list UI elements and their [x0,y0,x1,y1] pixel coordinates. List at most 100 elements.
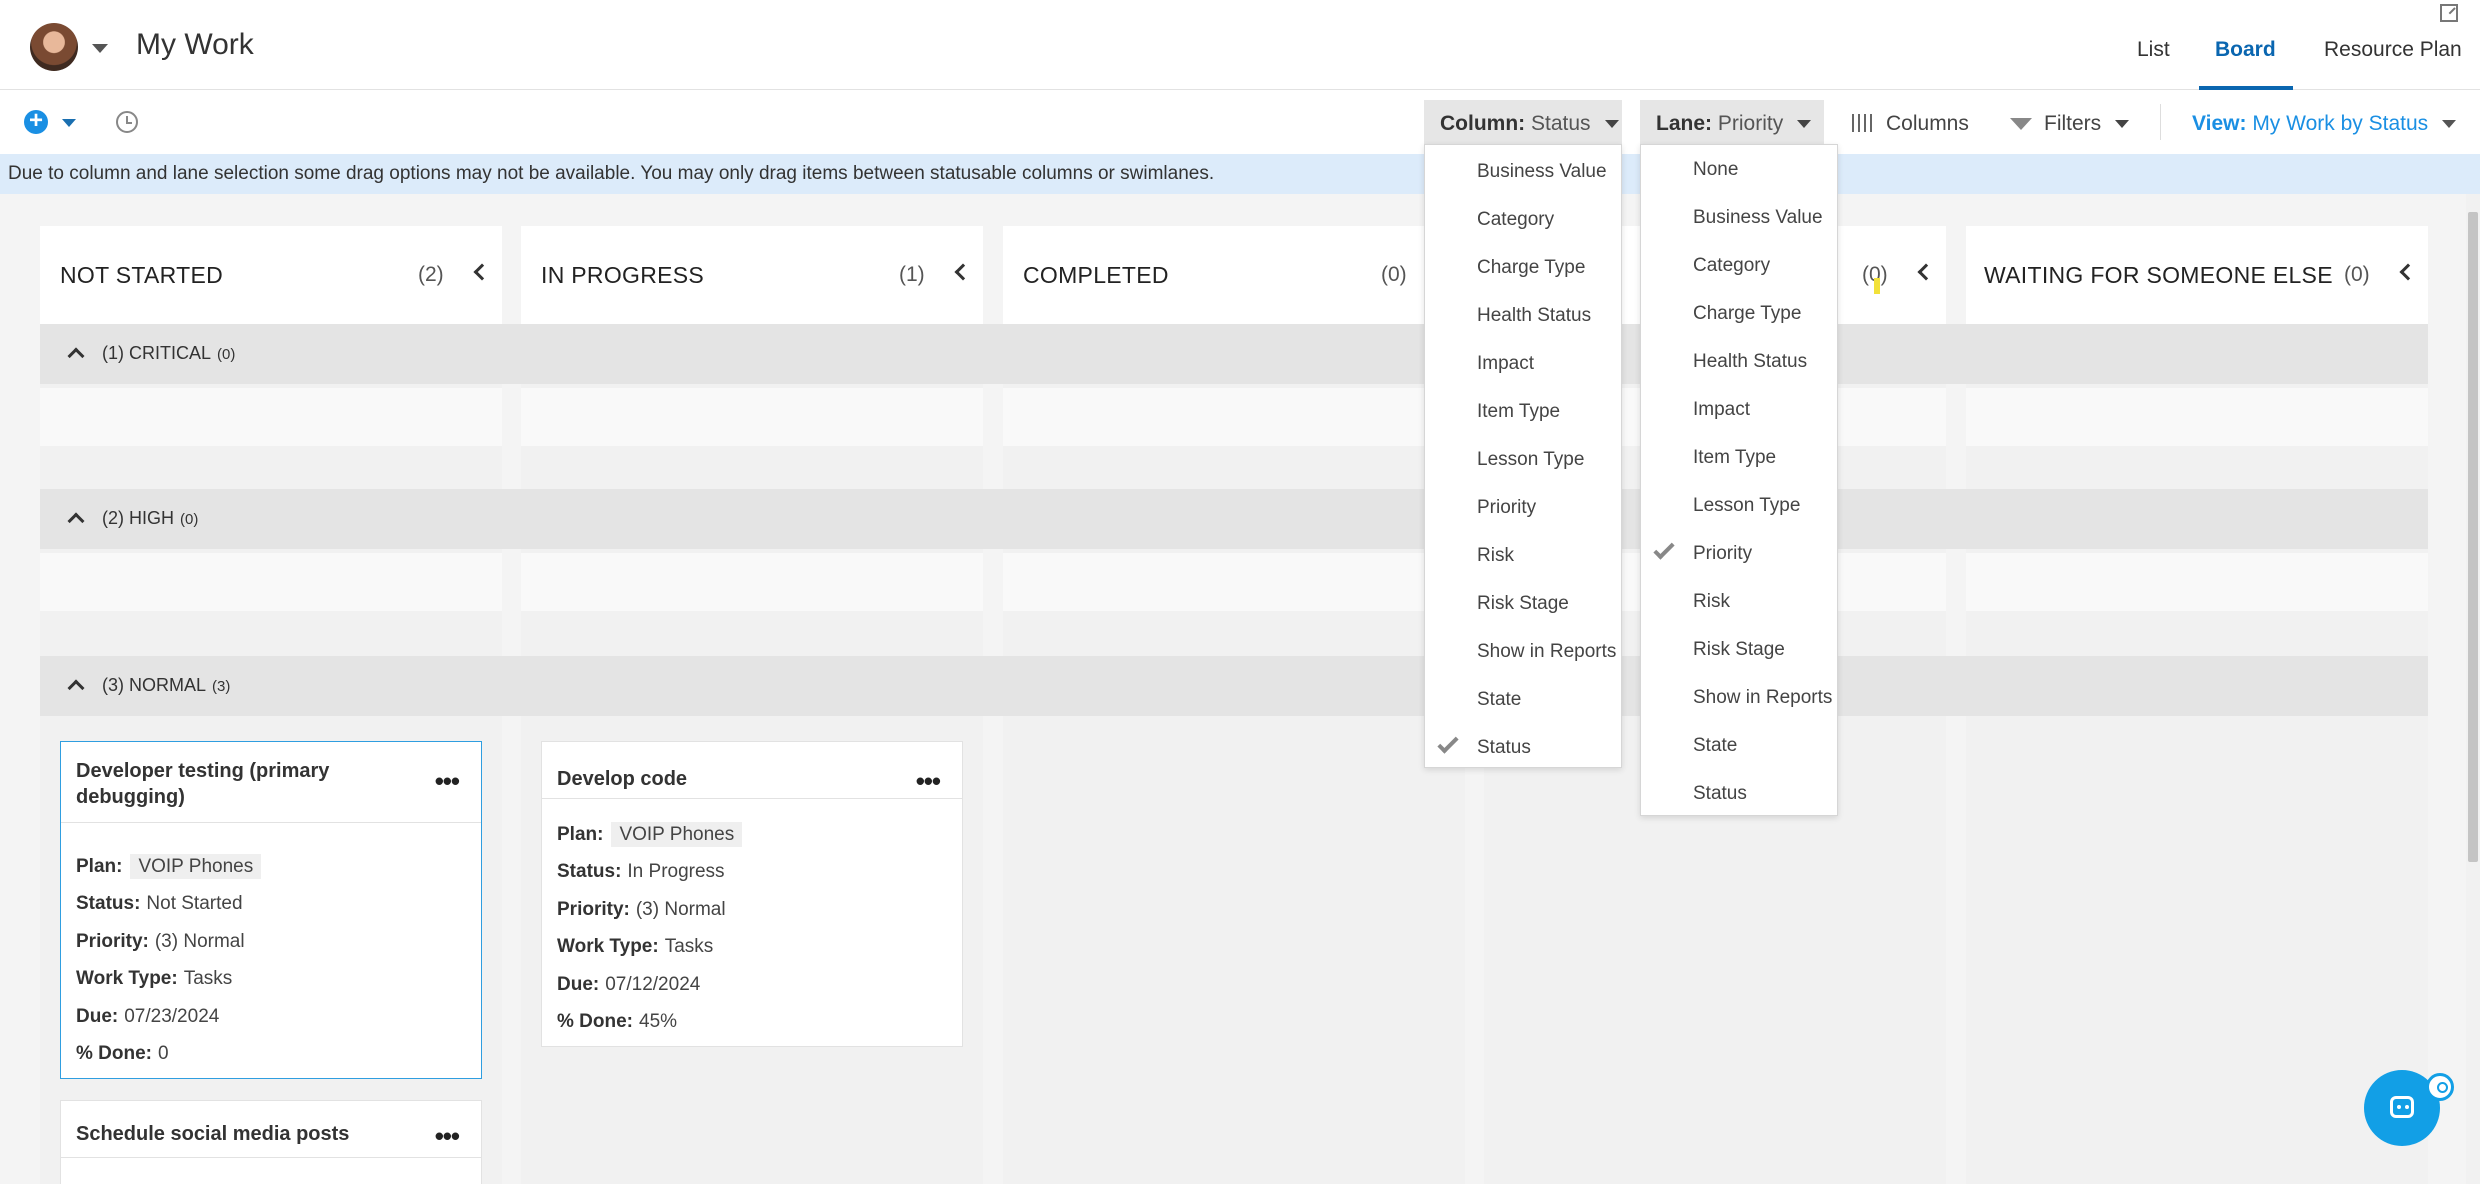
card-more-options-icon[interactable]: ••• [435,1123,460,1149]
column-menu-item[interactable]: Risk [1477,545,1514,567]
column-count: (0) [1381,263,1407,286]
card-field-percent-done: % Done: 0 [76,1043,169,1064]
history-clock-icon[interactable] [116,111,138,133]
column-menu-item[interactable]: Priority [1477,497,1536,519]
swimlane-label: (1) CRITICAL (0) [102,343,236,363]
user-menu-chevron-down-icon[interactable] [92,44,108,53]
lane-cell [521,388,983,446]
lane-menu-item[interactable]: State [1693,735,1737,757]
column-header-waiting: WAITING FOR SOMEONE ELSE (0) [1966,226,2428,324]
card-title[interactable]: Developer testing (primary debugging) [76,758,396,810]
collapse-column-chevron-left-icon[interactable] [473,263,491,281]
column-menu-item[interactable]: Status [1477,737,1531,759]
column-menu-item[interactable]: Show in Reports [1477,641,1616,663]
card-divider [61,822,481,823]
card-field-due: Due: 07/23/2024 [76,1006,220,1027]
column-count: (1) [899,263,925,286]
column-menu-item[interactable]: Risk Stage [1477,593,1569,615]
column-menu-item[interactable]: Business Value [1477,161,1607,183]
add-item-chevron-down-icon[interactable] [62,119,76,127]
swimlane-normal[interactable]: (3) NORMAL (3) [40,656,2428,716]
card-field-status: Status: In Progress [557,861,725,882]
column-menu-item[interactable]: Charge Type [1477,257,1585,279]
lane-menu-item[interactable]: Lesson Type [1693,495,1800,517]
lane-menu-item[interactable]: Health Status [1693,351,1807,373]
lane-menu-item[interactable]: Business Value [1693,207,1823,229]
lane-select[interactable]: Lane: Priority [1640,100,1824,144]
card-divider [542,798,962,799]
lane-menu-item[interactable]: Priority [1693,543,1752,565]
lane-cell [521,553,983,611]
view-select-value: My Work by Status [2252,112,2429,135]
plan-chip[interactable]: VOIP Phones [130,854,262,879]
tab-board[interactable]: Board [2215,38,2276,62]
add-item-plus-icon[interactable]: + [24,109,48,134]
column-menu-item[interactable]: Impact [1477,353,1534,375]
bot-icon [2390,1096,2414,1118]
swimlane-high[interactable]: (2) HIGH (0) [40,489,2428,549]
lane-menu-item[interactable]: None [1693,159,1738,181]
lane-menu-item[interactable]: Status [1693,783,1747,805]
collapse-lane-chevron-up-icon[interactable] [67,679,85,697]
lane-select-label: Lane: [1656,112,1713,135]
view-select[interactable]: View: My Work by Status [2192,112,2457,136]
expand-icon[interactable] [2440,4,2458,22]
work-item-card[interactable]: Developer testing (primary debugging) ••… [60,741,482,1079]
checkmark-icon [1437,732,1459,754]
column-count: (2) [418,263,444,286]
card-title[interactable]: Develop code [557,766,687,792]
swimlane-critical[interactable]: (1) CRITICAL (0) [40,324,2428,384]
plan-chip[interactable]: VOIP Phones [611,822,743,847]
board-scrollbar-thumb[interactable] [2468,212,2478,862]
column-count: (0) [2344,263,2370,286]
card-divider [61,1157,481,1158]
collapse-column-chevron-left-icon[interactable] [954,263,972,281]
work-item-card[interactable]: Develop code ••• Plan: VOIP Phones Status… [541,741,963,1047]
lane-menu-item[interactable]: Impact [1693,399,1750,421]
tab-resource-plan[interactable]: Resource Plan [2324,38,2462,62]
card-field-plan: Plan: VOIP Phones [557,822,743,847]
funnel-icon [2010,118,2032,130]
collapse-lane-chevron-up-icon[interactable] [67,347,85,365]
column-menu-item[interactable]: Item Type [1477,401,1560,423]
card-more-options-icon[interactable]: ••• [916,768,941,794]
lane-menu-item[interactable]: Item Type [1693,447,1776,469]
collapse-column-chevron-left-icon[interactable] [2399,263,2417,281]
tab-list[interactable]: List [2137,38,2170,62]
column-select-label: Column: [1440,112,1526,135]
column-menu-item[interactable]: Category [1477,209,1554,231]
card-field-plan: Plan: VOIP Phones [76,854,262,879]
swimlane-label: (3) NORMAL (3) [102,675,231,695]
lane-cell [1966,388,2428,446]
collapse-lane-chevron-up-icon[interactable] [67,512,85,530]
lane-cell [40,388,502,446]
column-select[interactable]: Column: Status [1424,100,1622,144]
user-avatar[interactable] [30,23,78,71]
column-menu-item[interactable]: Health Status [1477,305,1591,327]
filters-button-label: Filters [2044,112,2102,135]
column-menu-item[interactable]: State [1477,689,1521,711]
card-more-options-icon[interactable]: ••• [435,768,460,794]
chevron-down-icon [1604,120,1619,129]
column-dropdown-menu: Business Value Category Charge Type Health … [1424,144,1622,768]
board-toolbar: + Column: Status Lane: Priority Columns … [0,90,2480,154]
lane-menu-item[interactable]: Category [1693,255,1770,277]
lane-cell [1003,553,1465,611]
lane-menu-item[interactable]: Charge Type [1693,303,1801,325]
filters-button[interactable]: Filters [2010,112,2130,136]
lane-menu-item[interactable]: Risk [1693,591,1730,613]
columns-button[interactable]: Columns [1852,112,1969,136]
lane-menu-item[interactable]: Risk Stage [1693,639,1785,661]
page-title: My Work [136,28,254,61]
work-item-card[interactable]: Schedule social media posts ••• [60,1100,482,1184]
power-badge-icon[interactable] [2426,1073,2454,1101]
lane-dropdown-menu: None Business Value Category Charge Type Hea… [1640,144,1838,816]
top-header: My Work List Board Resource Plan [0,0,2480,90]
columns-icon [1852,114,1872,132]
lane-menu-item[interactable]: Show in Reports [1693,687,1832,709]
column-name: NOT STARTED [60,262,224,288]
column-menu-item[interactable]: Lesson Type [1477,449,1584,471]
column-select-value: Status [1531,112,1591,135]
card-title[interactable]: Schedule social media posts [76,1121,349,1147]
collapse-column-chevron-left-icon[interactable] [1917,263,1935,281]
